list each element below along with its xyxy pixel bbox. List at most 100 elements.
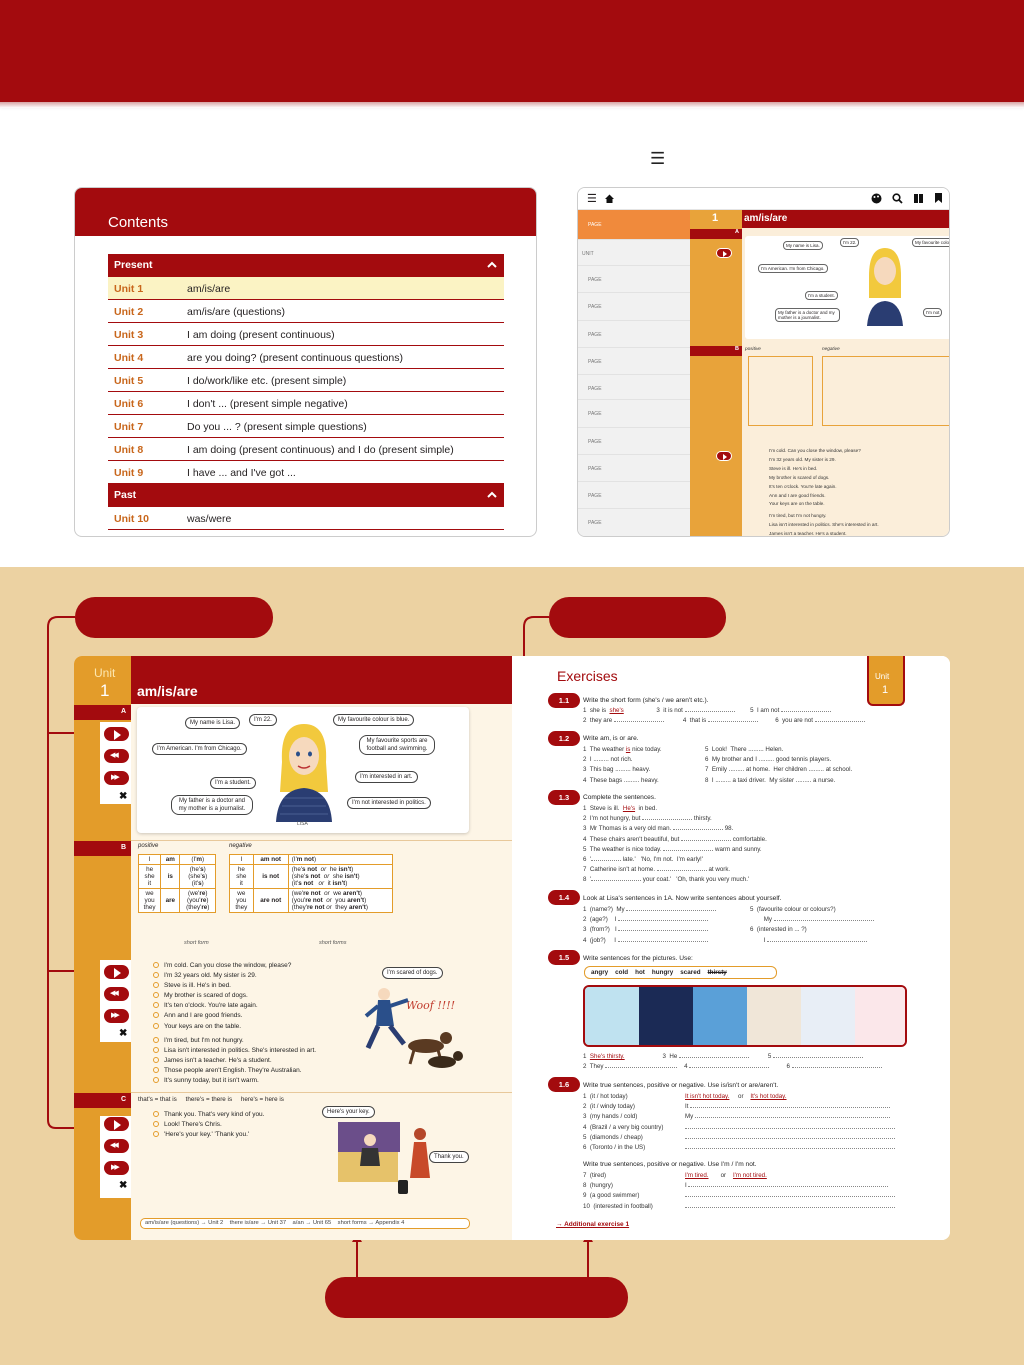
exercise-lines: 1 she is she's 3 it is not 5 I am not 2 … [583,706,865,726]
divider [131,840,512,841]
negative-table: Iam not (I'm not) he she it is not (he's not … [229,854,394,913]
exercises-title: Exercises [557,668,618,684]
negative-label: negative [229,843,252,849]
presentation-panel: My name is Lisa. I'm 22. My favourite co… [137,707,469,833]
short-forms-label: short forms [319,940,347,946]
speech-bubble: I'm American. I'm from Chicago. [152,743,247,755]
word: angry [591,969,609,976]
fast-forward-button[interactable] [103,1160,130,1176]
exercise-badge[interactable]: 1.6 [548,1077,580,1092]
checkbox-icon[interactable] [153,1121,159,1128]
exercise-badge[interactable]: 1.5 [548,950,580,965]
checkbox-icon[interactable] [153,1022,159,1029]
rewind-button[interactable] [103,986,130,1002]
unit-label: Unit [94,666,116,680]
rewind-button[interactable] [103,1138,130,1154]
close-icon[interactable]: ✖ [119,791,127,802]
play-button[interactable] [103,964,130,980]
exercise-lines: 5 Look! There ......... Helen. 6 My broth… [705,746,853,784]
unit-page: Unit 1 am/is/are A ✖ My name is Lisa. I'… [74,656,512,1240]
checkbox-icon[interactable] [153,1077,159,1084]
exercise-lines: I'm tired. or I'm not tired. I [685,1171,895,1212]
close-icon[interactable]: ✖ [119,1180,127,1191]
example-text: It's ten o'clock. You're late again. [164,1002,258,1010]
picture-scared [747,987,801,1045]
example-list-c: Thank you. That's very kind of you. Look… [153,1110,264,1140]
exercise-question: Write sentences for the pictures. Use: [583,955,693,962]
cross-reference-footer[interactable]: am/is/are (questions) → Unit 2 there is/… [140,1218,470,1229]
additional-exercise-link[interactable]: → Additional exercise 1 [556,1221,629,1228]
hotel-illustration [338,1122,430,1194]
checkbox-icon[interactable] [153,982,159,989]
speech-bubble: Here's your key. [322,1106,375,1118]
word-box: angry cold hot hungry scared thirsty [584,966,777,979]
speech-bubble: My father is a doctor and my mother is a… [171,795,253,815]
exercise-question: Look at Lisa's sentences in 1A. Now writ… [583,895,782,902]
exercise-question: Write true sentences, positive or negati… [583,1082,779,1089]
checkbox-icon[interactable] [153,1012,159,1019]
checkbox-icon[interactable] [153,1037,159,1043]
play-button[interactable] [103,1116,130,1132]
exercise-lines: 5 (favourite colour or colours?) My 6 (i… [750,905,874,946]
example-list-b1: I'm cold. Can you close the window, plea… [153,961,291,1032]
close-icon[interactable]: ✖ [119,1028,127,1039]
exercise-badge[interactable]: 1.4 [548,890,580,905]
exercise-badge[interactable]: 1.2 [548,731,580,746]
word: hot [635,969,645,976]
lisa-illustration [276,724,332,822]
fast-forward-button[interactable] [103,1008,130,1024]
picture-cold [639,987,693,1045]
picture-thirsty [585,987,639,1045]
exercise-question: Write am, is or are. [583,735,639,742]
exercise-question: Write true sentences, positive or negati… [583,1161,757,1168]
positive-label: positive [138,843,159,849]
example-line: Those people aren't English. They're Aus… [153,1066,316,1076]
short-forms-note: that's = that is there's = there is here… [138,1096,284,1103]
checkbox-icon[interactable] [153,1067,159,1074]
exercise-lines: 1 She's thirsty. 3 He 5 2 They 4 6 [583,1052,882,1072]
speech-bubble: My favourite colour is blue. [333,714,415,726]
picture-angry [855,987,905,1045]
word: hungry [651,969,674,976]
example-text: I'm tired, but I'm not hungry. [164,1037,244,1044]
unit-tab: Unit 1 [867,656,905,706]
example-line: 'Here's your key.' 'Thank you.' [153,1130,264,1140]
checkbox-icon[interactable] [153,1047,159,1054]
rewind-button[interactable] [103,748,130,764]
play-button[interactable] [103,726,130,742]
fast-forward-button[interactable] [103,770,130,786]
unit-title: am/is/are [137,683,198,699]
checkbox-icon[interactable] [153,1131,159,1138]
example-text: It's sunny today, but it isn't warm. [164,1077,259,1085]
example-text: I'm cold. Can you close the window, plea… [164,962,292,969]
exercise-badge[interactable]: 1.1 [548,693,580,708]
checkbox-icon[interactable] [153,992,159,999]
example-line: Ann and I are good friends. [153,1011,291,1021]
exercise-badge[interactable]: 1.3 [548,790,580,805]
speech-bubble: I'm a student. [210,777,256,789]
example-line: I'm tired, but I'm not hungry. [153,1036,316,1046]
example-text: Your keys are on the table. [164,1022,242,1030]
example-text: My brother is scared of dogs. [164,992,248,1000]
positive-table: Iam (I'm) he she it is (he's) (she's) (it's) we… [137,854,216,913]
example-text: I'm 32 years old. My sister is 29. [164,972,257,980]
example-line: James isn't a teacher. He's a student. [153,1056,316,1066]
example-line: My brother is scared of dogs. [153,991,291,1001]
exercise-lines: 7 (tired) 8 (hungry) 9 (a good swimmer) 10 … [583,1172,653,1210]
checkbox-icon[interactable] [153,1111,159,1117]
checkbox-icon[interactable] [153,1002,159,1009]
example-text: Lisa isn't interested in politics. She's… [164,1047,317,1055]
example-list-b2: I'm tired, but I'm not hungry. Lisa isn'… [153,1036,316,1086]
divider [131,1092,512,1093]
example-line: Thank you. That's very kind of you. [153,1110,264,1120]
example-text: Thank you. That's very kind of you. [164,1111,265,1118]
checkbox-icon[interactable] [153,1057,159,1064]
checkbox-icon[interactable] [153,962,159,968]
word: scared [680,969,701,976]
unit-number: 1 [882,684,889,696]
exercise-lines: 1 Steve is ill. He's in bed. 2 I'm not hu… [583,805,767,884]
example-line: I'm 32 years old. My sister is 29. [153,971,291,981]
example-text: James isn't a teacher. He's a student. [164,1057,272,1065]
checkbox-icon[interactable] [153,972,159,979]
exercise-lines: 1 (name?) My 2 (age?) I 3 (from?) I 4 (j… [583,905,717,946]
